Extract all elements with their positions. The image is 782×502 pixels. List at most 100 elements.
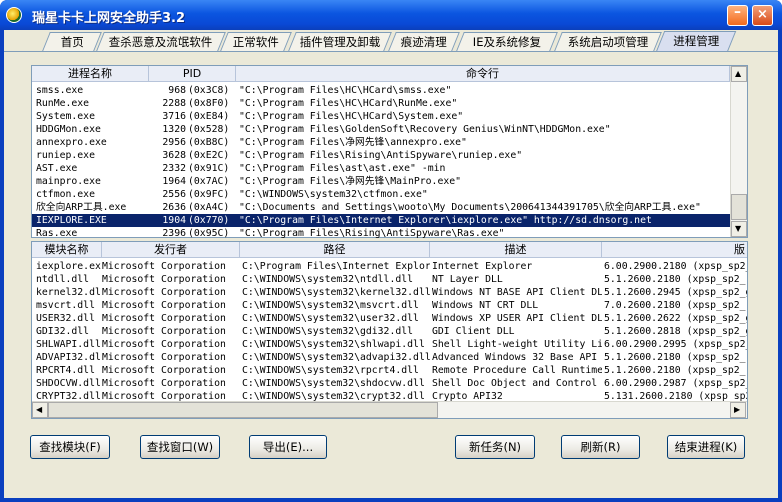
process-row[interactable]: RunMe.exe 2288 (0x8F0) "C:\Program Files\HC…: [32, 97, 730, 110]
process-name: ctfmon.exe: [36, 189, 95, 200]
module-description: Remote Procedure Call Runtime: [432, 365, 602, 376]
process-pid: 2956: [162, 137, 186, 148]
module-description: Internet Explorer: [432, 261, 533, 272]
tab-normal-software[interactable]: 正常软件: [220, 32, 292, 51]
process-row[interactable]: smss.exe 968 (0x3C8) "C:\Program Files\HC\H…: [32, 84, 730, 97]
process-pid-hex: (0x8F0): [188, 98, 230, 109]
module-row[interactable]: SHLWAPI.dll Microsoft Corporation C:\WINDO…: [32, 338, 747, 351]
scroll-up-button[interactable]: ▲: [731, 66, 747, 82]
module-row[interactable]: SHDOCVW.dll Microsoft Corporation C:\WINDO…: [32, 377, 747, 390]
tab-ie-system-repair[interactable]: IE及系统修复: [456, 32, 558, 51]
column-header-module-name[interactable]: 模块名称: [32, 242, 102, 258]
tab-home[interactable]: 首页: [42, 32, 102, 51]
process-command-line: "C:\WINDOWS\system32\ctfmon.exe": [239, 189, 428, 200]
process-pid: 2396: [162, 228, 186, 239]
module-name: GDI32.dll: [36, 326, 90, 337]
module-version: 5.1.2600.2180 (xpsp_sp2_rtm: [604, 352, 747, 363]
process-command-line: "C:\Program Files\HC\HCard\RunMe.exe": [239, 98, 458, 109]
scroll-right-button[interactable]: ▶: [730, 402, 746, 418]
tab-process-management[interactable]: 进程管理: [655, 31, 737, 52]
tab-label: 查杀恶意及流氓软件: [109, 35, 213, 49]
close-icon: ×: [757, 7, 768, 22]
module-name: SHLWAPI.dll: [36, 339, 101, 350]
column-header-process-name[interactable]: 进程名称: [32, 66, 149, 82]
process-name: 欣全向ARP工具.exe: [36, 202, 127, 213]
minimize-button[interactable]: –: [727, 4, 748, 26]
module-path: C:\Program Files\Internet Explorer\: [242, 261, 430, 272]
module-publisher: Microsoft Corporation: [102, 287, 226, 298]
module-row[interactable]: msvcrt.dll Microsoft Corporation C:\WINDOW…: [32, 299, 747, 312]
process-pid: 2332: [162, 163, 186, 174]
process-row[interactable]: ctfmon.exe 2556 (0x9FC) "C:\WINDOWS\system3…: [32, 188, 730, 201]
process-command-line: "C:\Program Files\Internet Explorer\iexp…: [239, 215, 652, 226]
tab-bar: 首页 查杀恶意及流氓软件 正常软件 插件管理及卸载 痕迹清理 IE及系统修复 系…: [4, 30, 778, 52]
process-row[interactable]: HDDGMon.exe 1320 (0x528) "C:\Program Files\…: [32, 123, 730, 136]
new-task-button[interactable]: 新任务(N): [455, 435, 535, 459]
module-row[interactable]: RPCRT4.dll Microsoft Corporation C:\WINDOW…: [32, 364, 747, 377]
find-module-button[interactable]: 查找模块(F): [30, 435, 110, 459]
process-list[interactable]: 进程名称 PID 命令行 smss.exe 968 (0x3C8) "C:\Progr…: [31, 65, 748, 240]
module-path: C:\WINDOWS\system32\shlwapi.dll: [242, 339, 425, 350]
module-description: Shell Light-weight Utility Library: [432, 339, 602, 350]
refresh-button[interactable]: 刷新(R): [561, 435, 640, 459]
module-name: SHDOCVW.dll: [36, 378, 101, 389]
client-area: 首页 查杀恶意及流氓软件 正常软件 插件管理及卸载 痕迹清理 IE及系统修复 系…: [4, 30, 778, 498]
tab-label: IE及系统修复: [472, 35, 541, 49]
process-list-vertical-scrollbar[interactable]: ▲ ▼: [730, 66, 747, 237]
column-header-command-line[interactable]: 命令行: [236, 66, 730, 82]
module-list-horizontal-scrollbar[interactable]: ◀ ▶: [32, 401, 747, 418]
tab-plugin-management[interactable]: 插件管理及卸载: [288, 32, 392, 51]
end-process-button[interactable]: 结束进程(K): [667, 435, 745, 459]
module-row[interactable]: GDI32.dll Microsoft Corporation C:\WINDOWS…: [32, 325, 747, 338]
process-pid-hex: (0x3C8): [188, 85, 230, 96]
process-name: HDDGMon.exe: [36, 124, 101, 135]
process-pid-hex: (0xE2C): [188, 150, 230, 161]
process-name: RunMe.exe: [36, 98, 90, 109]
module-publisher: Microsoft Corporation: [102, 378, 226, 389]
module-row[interactable]: kernel32.dll Microsoft Corporation C:\WIND…: [32, 286, 747, 299]
process-name: AST.exe: [36, 163, 78, 174]
column-header-description[interactable]: 描述: [430, 242, 602, 258]
module-row[interactable]: ADVAPI32.dll Microsoft Corporation C:\WIND…: [32, 351, 747, 364]
process-row[interactable]: mainpro.exe 1964 (0x7AC) "C:\Program Files\…: [32, 175, 730, 188]
module-list[interactable]: 模块名称 发行者 路径 描述 版 iexplore.exe Microsoft C…: [31, 241, 748, 419]
process-row[interactable]: Ras.exe 2396 (0x95C) "C:\Program Files\Risi…: [32, 227, 730, 240]
scroll-down-button[interactable]: ▼: [731, 221, 747, 237]
process-row[interactable]: System.exe 3716 (0xE84) "C:\Program Files\H…: [32, 110, 730, 123]
module-publisher: Microsoft Corporation: [102, 365, 226, 376]
module-row[interactable]: ntdll.dll Microsoft Corporation C:\WINDOWS…: [32, 273, 747, 286]
process-pid-hex: (0xE84): [188, 111, 230, 122]
process-pid: 2556: [162, 189, 186, 200]
process-name: mainpro.exe: [36, 176, 101, 187]
process-name: IEXPLORE.EXE: [36, 215, 107, 226]
module-row[interactable]: USER32.dll Microsoft Corporation C:\WINDOW…: [32, 312, 747, 325]
scroll-left-button[interactable]: ◀: [32, 402, 48, 418]
arrow-down-icon: ▼: [735, 224, 742, 233]
process-command-line: "C:\Program Files\ast\ast.exe" -min: [239, 163, 446, 174]
process-command-line: "C:\Program Files\Rising\AntiSpyware\Ras…: [239, 228, 505, 239]
find-window-button[interactable]: 查找窗口(W): [140, 435, 220, 459]
process-row[interactable]: runiep.exe 3628 (0xE2C) "C:\Program Files\R…: [32, 149, 730, 162]
close-button[interactable]: ×: [752, 5, 773, 26]
scroll-thumb[interactable]: [731, 194, 747, 220]
title-bar[interactable]: 瑞星卡卡上网安全助手3.2 – ×: [0, 0, 782, 30]
tab-label: 进程管理: [673, 34, 720, 48]
tab-malware-scan[interactable]: 查杀恶意及流氓软件: [96, 32, 226, 51]
tab-trace-cleaning[interactable]: 痕迹清理: [388, 32, 460, 51]
tab-startup-management[interactable]: 系统启动项管理: [554, 32, 662, 51]
process-pid-hex: (0x7AC): [188, 176, 230, 187]
export-button[interactable]: 导出(E)...: [249, 435, 327, 459]
module-path: C:\WINDOWS\system32\msvcrt.dll: [242, 300, 419, 311]
process-row[interactable]: 欣全向ARP工具.exe 2636 (0xA4C) "C:\Documents and…: [32, 201, 730, 214]
column-header-publisher[interactable]: 发行者: [102, 242, 240, 258]
module-row[interactable]: iexplore.exe Microsoft Corporation C:\Prog…: [32, 260, 747, 273]
process-row[interactable]: annexpro.exe 2956 (0xB8C) "C:\Program Files…: [32, 136, 730, 149]
column-header-pid[interactable]: PID: [149, 66, 236, 82]
process-pid-hex: (0xB8C): [188, 137, 230, 148]
module-description: NT Layer DLL: [432, 274, 503, 285]
column-header-path[interactable]: 路径: [240, 242, 430, 258]
horizontal-scroll-thumb[interactable]: [48, 402, 438, 418]
process-row[interactable]: AST.exe 2332 (0x91C) "C:\Program Files\ast\…: [32, 162, 730, 175]
process-row[interactable]: IEXPLORE.EXE 1904 (0x770) "C:\Program Files…: [32, 214, 730, 227]
column-header-version[interactable]: 版: [602, 242, 747, 258]
